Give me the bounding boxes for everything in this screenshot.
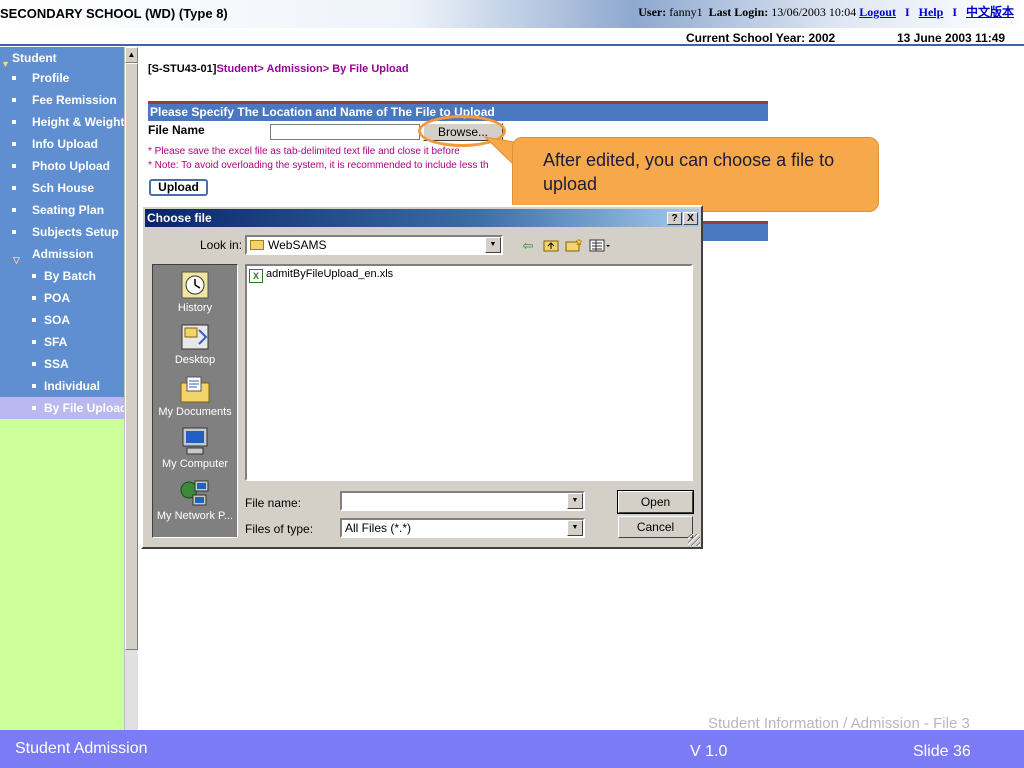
history-icon [181,271,209,299]
dialog-title: Choose file [147,211,212,225]
file-item-name: admitByFileUpload_en.xls [266,268,394,280]
dialog-title-bar[interactable]: Choose file ? X [145,209,699,227]
place-my-computer[interactable]: My Computer [153,423,237,475]
place-history[interactable]: History [153,267,237,319]
slide-number: Slide 36 [913,743,971,760]
place-my-network-places[interactable]: My Network P... [153,475,237,527]
new-folder-icon[interactable] [565,238,583,254]
place-label: My Network P... [156,510,234,522]
look-in-value: WebSAMS [268,238,327,252]
open-button[interactable]: Open [617,490,694,514]
files-of-type-label: Files of type: [245,522,314,536]
resize-grip[interactable] [688,534,700,546]
chevron-down-icon[interactable]: ▼ [485,237,501,253]
slide: SECONDARY SCHOOL (WD) (Type 8) User: fan… [0,0,1024,768]
place-desktop[interactable]: Desktop [153,319,237,371]
file-name-input[interactable]: ▼ [340,491,585,511]
desktop-icon [181,324,209,350]
file-list[interactable]: XadmitByFileUpload_en.xls [245,264,693,481]
places-bar: History Desktop My Documents My Computer… [152,264,238,538]
place-my-documents[interactable]: My Documents [153,371,237,423]
place-label: History [177,302,213,314]
file-name-label: File name: [245,496,302,510]
callout-box: After edited, you can choose a file to u… [512,137,879,212]
my-documents-icon [180,376,210,403]
choose-file-dialog: Choose file ? X Look in: WebSAMS ▼ ⇦ His… [141,205,703,549]
view-menu-icon[interactable] [589,238,613,254]
look-in-select[interactable]: WebSAMS ▼ [245,235,503,255]
my-computer-icon [182,427,208,455]
version-label: V 1.0 [690,743,728,760]
files-of-type-select[interactable]: All Files (*.*) ▼ [340,518,585,538]
file-item[interactable]: XadmitByFileUpload_en.xls [249,268,393,283]
excel-file-icon: X [249,269,263,283]
place-label: Desktop [174,354,216,366]
close-icon[interactable]: X [683,212,698,225]
files-of-type-value: All Files (*.*) [345,521,412,535]
footer-title: Student Admission [15,740,148,757]
folder-icon [250,240,264,250]
place-label: My Documents [158,406,232,418]
chevron-down-icon[interactable]: ▼ [567,520,583,536]
up-folder-icon[interactable] [542,238,560,254]
my-network-places-icon [180,480,209,506]
cancel-button[interactable]: Cancel [618,516,693,538]
back-arrow-icon[interactable]: ⇦ [519,238,537,254]
footer-bar: Student Admission V 1.0 Slide 36 [0,730,1024,768]
place-label: My Computer [161,458,229,470]
look-in-label: Look in: [200,238,243,252]
callout-text: After edited, you can choose a file to u… [543,150,835,194]
help-button[interactable]: ? [667,212,682,225]
chevron-down-icon[interactable]: ▼ [567,493,583,509]
